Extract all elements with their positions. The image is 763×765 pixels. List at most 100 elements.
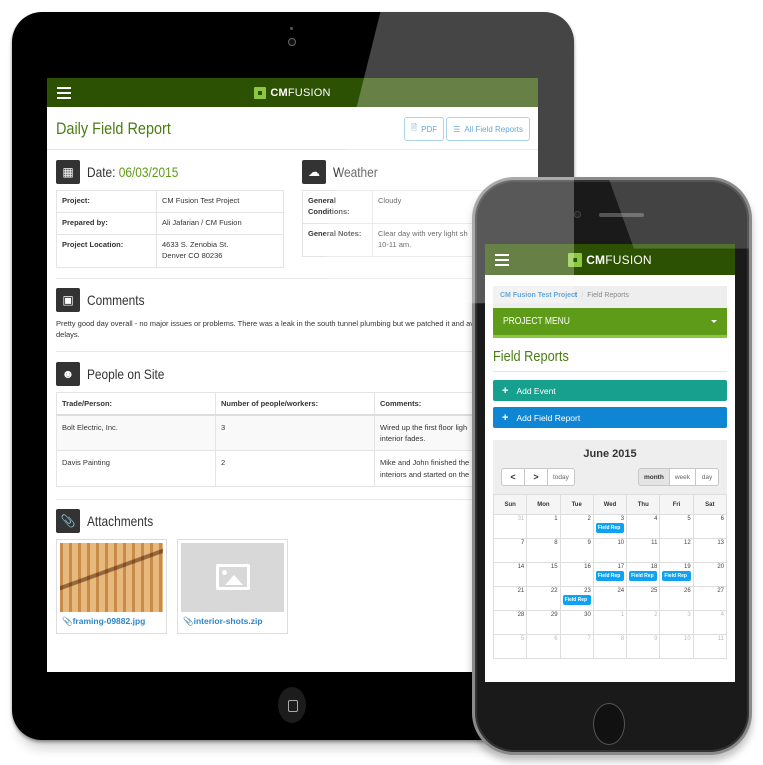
- project-menu-dropdown[interactable]: PROJECT MENU: [493, 308, 727, 338]
- day-number: 24: [617, 588, 625, 594]
- calendar-day-cell[interactable]: 29: [526, 610, 561, 635]
- calendar-day-cell[interactable]: 28: [492, 610, 528, 635]
- day-number: 27: [717, 588, 724, 594]
- calendar-day-cell[interactable]: 14: [492, 562, 528, 587]
- phone-home-button[interactable]: [593, 703, 625, 745]
- calendar-day-cell[interactable]: 2: [626, 610, 661, 635]
- calendar-event[interactable]: Field Rep: [662, 571, 691, 581]
- calendar-day-cell[interactable]: 2: [559, 514, 594, 539]
- calendar-day-cell[interactable]: 12: [659, 538, 694, 563]
- pdf-button[interactable]: 🗎 PDF: [403, 117, 445, 141]
- calendar-day-cell[interactable]: 10: [592, 538, 628, 563]
- attachment-card[interactable]: 📎interior-shots.zip: [177, 538, 288, 634]
- calendar-day-cell[interactable]: 16: [559, 562, 594, 587]
- attachment-link[interactable]: 📎framing-09882.jpg: [60, 612, 163, 630]
- calendar-day-cell[interactable]: 5: [492, 634, 528, 659]
- calendar-day-cell[interactable]: 22: [526, 586, 561, 611]
- calendar-day-cell[interactable]: 18 Field Rep: [626, 562, 661, 587]
- phone-device: CMFUSION CM Fusion Test Project / Field Re…: [472, 177, 752, 755]
- day-number: 2: [587, 516, 591, 522]
- logo-text: CMFUSION: [270, 86, 331, 99]
- next-month-button[interactable]: >: [524, 468, 548, 486]
- plus-icon: +: [502, 384, 509, 397]
- day-number: 7: [520, 540, 525, 546]
- calendar-day-cell[interactable]: 15: [526, 562, 561, 587]
- calendar-day-cell[interactable]: 13: [692, 538, 728, 563]
- attachments-heading: Attachments: [87, 512, 154, 529]
- day-number: 10: [617, 540, 625, 546]
- calendar-day-cell[interactable]: 6: [692, 514, 728, 539]
- calendar-day-cell[interactable]: 11: [626, 538, 661, 563]
- calendar-day-cell[interactable]: 31: [492, 514, 528, 539]
- day-number: 31: [517, 516, 525, 522]
- breadcrumb-project-link[interactable]: CM Fusion Test Project: [500, 292, 577, 299]
- attachment-thumbnail-placeholder[interactable]: [181, 542, 284, 612]
- calendar-nav: < > today: [501, 468, 575, 486]
- calendar-day-cell[interactable]: 25: [626, 586, 661, 611]
- day-number: 1: [554, 516, 558, 522]
- calendar-day-cell[interactable]: 6: [526, 634, 561, 659]
- calendar-day-cell[interactable]: 3 Field Rep: [592, 514, 628, 539]
- calendar-day-cell[interactable]: 7: [559, 634, 594, 659]
- day-number: 29: [550, 612, 558, 618]
- add-event-button[interactable]: + Add Event: [493, 380, 727, 401]
- calendar-day-cell[interactable]: 4: [626, 514, 661, 539]
- weekday-header: Sun: [492, 494, 528, 515]
- hamburger-menu-icon[interactable]: [57, 87, 71, 99]
- calendar-day-cell[interactable]: 1: [526, 514, 561, 539]
- calendar-day-cell[interactable]: 19 Field Rep: [659, 562, 694, 587]
- calendar-event[interactable]: Field Rep: [595, 571, 625, 581]
- calendar-week-row: 5 6 7 8 9 10 11: [492, 634, 728, 659]
- all-field-reports-button[interactable]: ☰ All Field Reports: [446, 117, 530, 141]
- calendar-day-cell[interactable]: 27: [692, 586, 728, 611]
- calendar-toolbar: < > today month week day: [493, 460, 727, 494]
- week-view-button[interactable]: week: [668, 468, 696, 486]
- calendar-event[interactable]: Field Rep: [629, 571, 658, 581]
- calendar-week-row: 7 8 9 10 11 12 13: [492, 538, 728, 563]
- today-button[interactable]: today: [547, 468, 575, 486]
- calendar-day-cell[interactable]: 23 Field Rep: [559, 586, 594, 611]
- calendar-day-cell[interactable]: 17 Field Rep: [592, 562, 628, 587]
- calendar-day-cell[interactable]: 24: [592, 586, 628, 611]
- people-heading: People on Site: [87, 365, 165, 382]
- calendar-day-cell[interactable]: 8: [592, 634, 628, 659]
- calendar-day-cell[interactable]: 9: [559, 538, 594, 563]
- calendar-day-cell[interactable]: 8: [526, 538, 561, 563]
- calendar-day-cell[interactable]: 1: [592, 610, 628, 635]
- add-field-report-button[interactable]: + Add Field Report: [493, 407, 727, 428]
- calendar-event[interactable]: Field Rep: [595, 523, 625, 533]
- attachment-card[interactable]: 📎framing-09882.jpg: [56, 538, 167, 634]
- weekday-header-row: Sun Mon Tue Wed Thu Fri Sat: [492, 494, 728, 515]
- prev-month-button[interactable]: <: [501, 468, 525, 486]
- attachment-link[interactable]: 📎interior-shots.zip: [181, 612, 284, 630]
- day-number: 22: [550, 588, 558, 594]
- hamburger-menu-icon[interactable]: [495, 254, 509, 266]
- day-view-button[interactable]: day: [695, 468, 719, 486]
- day-number: 9: [654, 636, 658, 642]
- day-number: 15: [550, 564, 558, 570]
- calendar-day-cell[interactable]: 4: [692, 610, 728, 635]
- paperclip-icon: 📎: [183, 615, 194, 626]
- cmfusion-logo[interactable]: CMFUSION: [254, 86, 331, 99]
- day-number: 19: [684, 564, 691, 570]
- calendar-day-cell[interactable]: 11: [692, 634, 728, 659]
- day-number: 11: [651, 540, 658, 546]
- month-view-button[interactable]: month: [637, 468, 670, 486]
- calendar-day-cell[interactable]: 30: [559, 610, 594, 635]
- calendar-day-cell[interactable]: 26: [659, 586, 694, 611]
- day-number: 6: [554, 636, 558, 642]
- calendar-day-cell[interactable]: 7: [492, 538, 528, 563]
- day-number: 23: [584, 588, 591, 594]
- calendar-day-cell[interactable]: 20: [692, 562, 728, 587]
- calendar-day-cell[interactable]: 9: [626, 634, 661, 659]
- calendar: June 2015 < > today month week day Sun Mo…: [492, 440, 728, 659]
- calendar-day-cell[interactable]: 21: [492, 586, 528, 611]
- calendar-event[interactable]: Field Rep: [562, 595, 591, 605]
- file-pdf-icon: 🗎: [410, 123, 418, 132]
- calendar-day-cell[interactable]: 3: [659, 610, 694, 635]
- calendar-day-cell[interactable]: 5: [659, 514, 694, 539]
- calendar-day-cell[interactable]: 10: [659, 634, 694, 659]
- cmfusion-logo[interactable]: CMFUSION: [568, 252, 652, 267]
- attachment-thumbnail-photo[interactable]: [60, 542, 163, 612]
- tablet-home-button[interactable]: [278, 687, 306, 723]
